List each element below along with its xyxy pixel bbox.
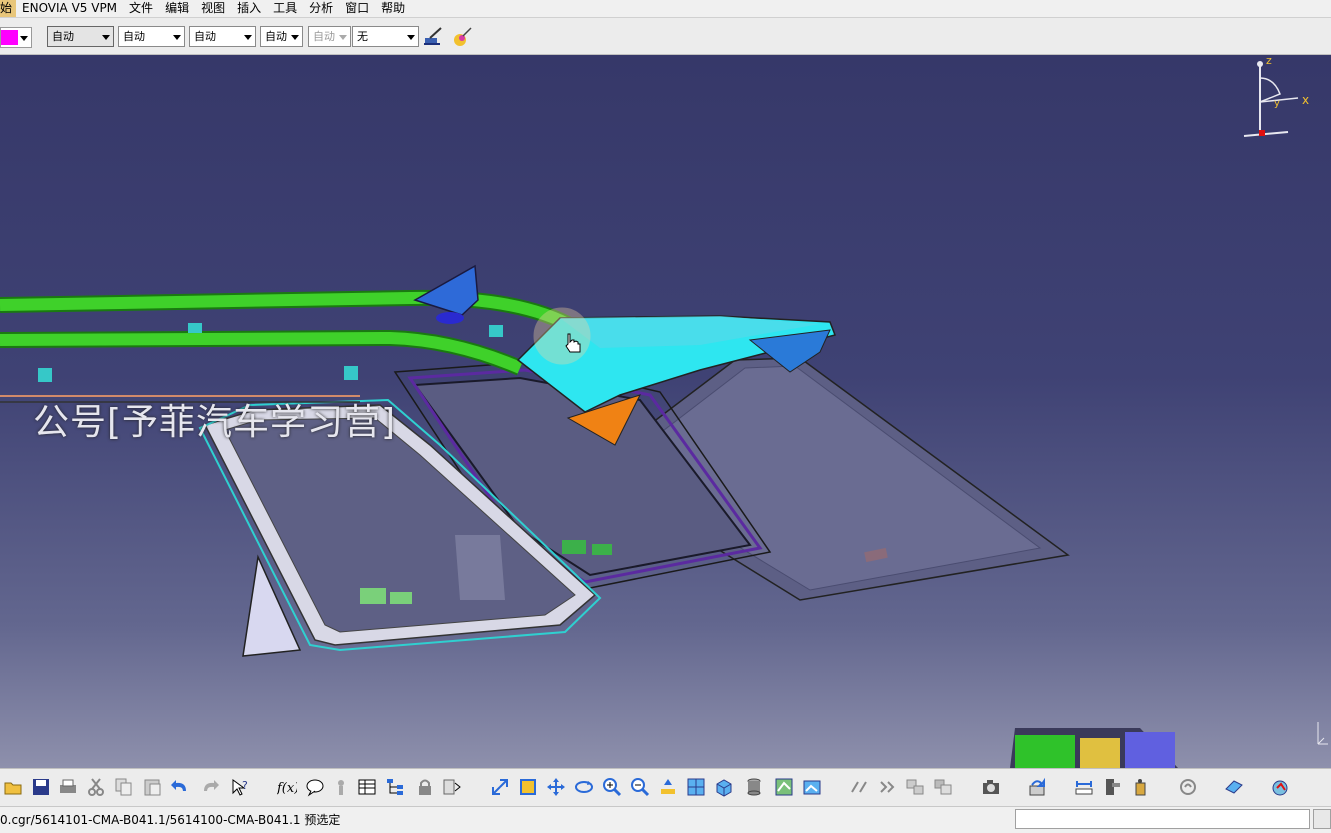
menu-start[interactable]: 始 [0,0,17,17]
render-icon[interactable] [1271,777,1291,797]
iso-view-icon[interactable] [714,777,734,797]
status-path-text: 0.cgr/5614101-CMA-B041.1/5614100-CMA-B04… [0,813,341,827]
fly-mode-icon[interactable] [518,777,538,797]
line-thickness-dropdown[interactable]: 自动 [118,26,185,47]
save-icon[interactable] [31,777,51,797]
measure-icon[interactable] [1074,777,1094,797]
point-symbol-dropdown[interactable]: 自动 [260,26,303,47]
fit-all-icon[interactable] [490,777,510,797]
capture-icon[interactable] [981,777,1001,797]
compass-z-label: z [1266,58,1272,67]
transparency-value: 自动 [52,30,74,43]
explode-icon[interactable] [905,777,925,797]
partial-component [1015,735,1075,768]
redo-icon[interactable] [200,777,220,797]
print-icon[interactable] [58,777,78,797]
status-bar: 0.cgr/5614101-CMA-B041.1/5614100-CMA-B04… [0,806,1331,833]
menu-insert[interactable]: 插入 [231,0,267,17]
comment-icon[interactable] [305,777,325,797]
table-icon[interactable] [357,777,377,797]
compass-y-label: y [1274,98,1280,109]
hand-cursor-icon [565,333,581,353]
graphic-properties-toolbar: 自动 自动 自动 自动 自动 无 [0,18,1331,55]
clash-icon[interactable] [933,777,953,797]
painter-icon[interactable] [422,26,444,48]
svg-text:?: ? [242,779,248,792]
3d-viewport[interactable]: 公号[予菲汽车学习营] z x y [0,55,1331,768]
rendering-style-value: 自动 [313,30,335,43]
graphic-properties-wizard-icon[interactable] [451,26,473,48]
undo-icon[interactable] [170,777,190,797]
update-icon[interactable] [1027,777,1047,797]
publish-icon[interactable] [442,777,462,797]
cut-icon[interactable] [86,777,106,797]
pan-icon[interactable] [546,777,566,797]
color-dropdown[interactable] [0,27,32,48]
transparency-dropdown[interactable]: 自动 [47,26,114,47]
line-type-value: 自动 [194,30,216,43]
layer-value: 无 [357,30,368,43]
line-thickness-value: 自动 [123,30,145,43]
manipulate-icon[interactable] [877,777,897,797]
inertia-icon[interactable] [1130,777,1150,797]
copy-icon[interactable] [114,777,134,797]
compass-x-label: x [1302,93,1309,107]
shading-icon[interactable] [744,777,764,797]
roof-rail-lower [0,331,523,374]
color-swatch [1,30,18,45]
normal-view-icon[interactable] [658,777,678,797]
menu-edit[interactable]: 编辑 [159,0,195,17]
zoom-in-icon[interactable] [602,777,622,797]
measure-item-icon[interactable] [1102,777,1122,797]
bottom-toolbar: ? f(x) [0,768,1331,806]
watermark-text: 公号[予菲汽车学习营] [33,402,397,443]
menu-analysis[interactable]: 分析 [303,0,339,17]
menu-view[interactable]: 视图 [195,0,231,17]
command-history-button[interactable] [1313,809,1331,829]
menu-help[interactable]: 帮助 [375,0,411,17]
lock-icon[interactable] [415,777,435,797]
hide-show-icon[interactable] [774,777,794,797]
menu-tools[interactable]: 工具 [267,0,303,17]
menu-window[interactable]: 窗口 [339,0,375,17]
formula-icon[interactable]: f(x) [276,777,299,797]
whats-this-icon[interactable]: ? [230,777,250,797]
paste-icon[interactable] [142,777,162,797]
rotate-icon[interactable] [574,777,594,797]
menu-bar: 始 ENOVIA V5 VPM 文件 编辑 视图 插入 工具 分析 窗口 帮助 [0,0,1331,18]
axis-indicator-icon [1317,722,1328,745]
menu-file[interactable]: 文件 [123,0,159,17]
svg-text:f(x): f(x) [277,781,297,796]
cycle-icon[interactable] [1178,777,1198,797]
command-input[interactable] [1015,809,1310,829]
point-symbol-value: 自动 [265,30,287,43]
tree-icon[interactable] [386,777,406,797]
snap-icon[interactable] [849,777,869,797]
knowledge-icon[interactable] [333,777,353,797]
roof-rail-upper [0,291,579,334]
line-type-dropdown[interactable]: 自动 [189,26,256,47]
open-icon[interactable] [3,777,23,797]
menu-enovia[interactable]: ENOVIA V5 VPM [16,0,123,17]
compass-icon[interactable]: z x y [1238,58,1318,143]
green-bracket [562,540,586,554]
layer-dropdown[interactable]: 无 [352,26,419,47]
swap-visible-icon[interactable] [802,777,822,797]
zoom-out-icon[interactable] [630,777,650,797]
quick-view-icon[interactable] [686,777,706,797]
sectioning-icon[interactable] [1224,777,1244,797]
rendering-style-dropdown[interactable]: 自动 [308,26,351,47]
